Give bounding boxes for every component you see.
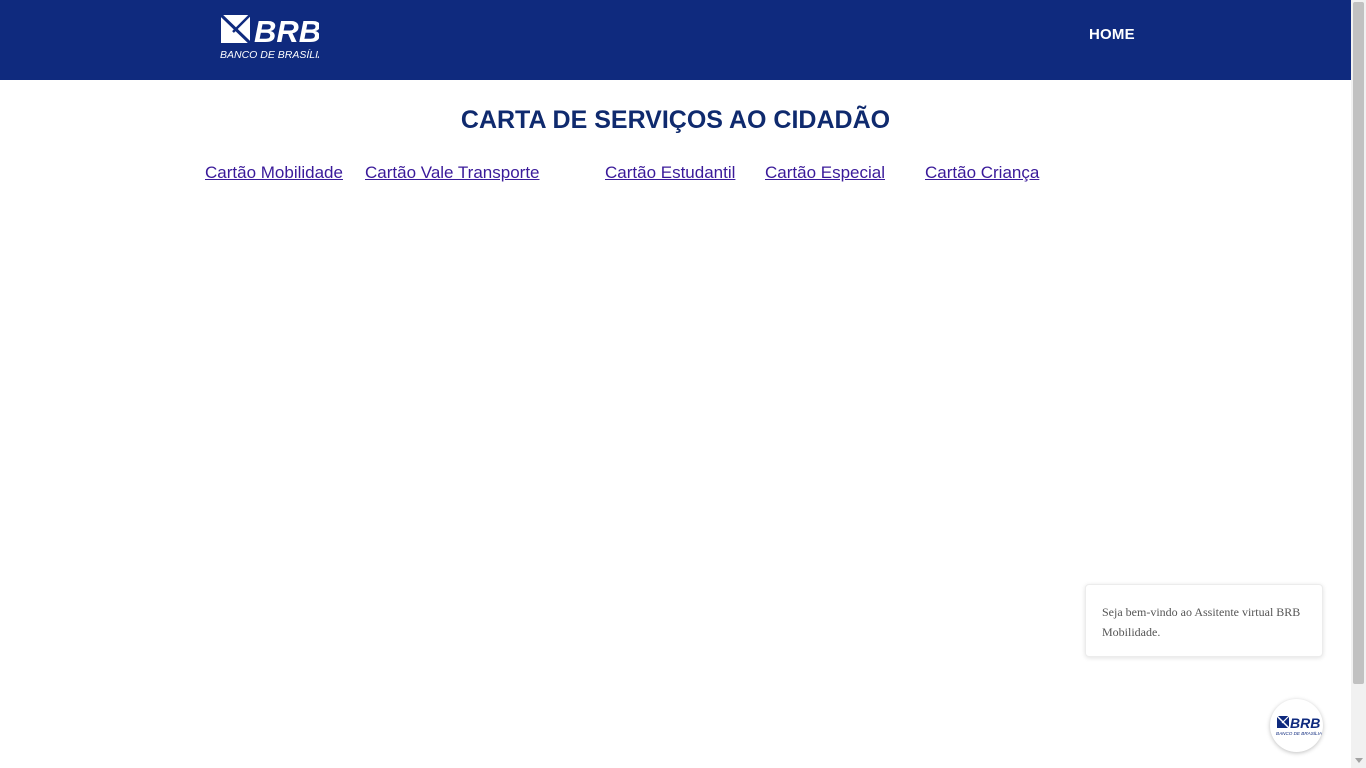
- brb-chat-avatar-icon: BRB BANCO DE BRASÍLIA: [1270, 699, 1323, 752]
- brb-logo-icon: BRB BANCO DE BRASÍLIA: [219, 13, 325, 61]
- svg-text:BRB: BRB: [254, 14, 319, 49]
- chat-launcher-button[interactable]: BRB BANCO DE BRASÍLIA: [1270, 699, 1323, 752]
- link-cartao-mobilidade[interactable]: Cartão Mobilidade: [205, 163, 343, 183]
- vertical-scrollbar[interactable]: [1351, 0, 1366, 768]
- page: BRB BANCO DE BRASÍLIA HOME CARTA DE SERV…: [0, 0, 1366, 768]
- chat-welcome-text: Seja bem-vindo ao Assitente virtual BRB …: [1102, 605, 1301, 639]
- svg-text:BANCO DE BRASÍLIA: BANCO DE BRASÍLIA: [220, 48, 319, 61]
- link-cartao-estudantil[interactable]: Cartão Estudantil: [605, 163, 735, 183]
- chat-welcome-bubble: Seja bem-vindo ao Assitente virtual BRB …: [1085, 584, 1323, 657]
- svg-text:BANCO DE BRASÍLIA: BANCO DE BRASÍLIA: [1276, 730, 1322, 736]
- link-cartao-especial[interactable]: Cartão Especial: [765, 163, 885, 183]
- page-title: CARTA DE SERVIÇOS AO CIDADÃO: [460, 106, 891, 134]
- scroll-down-arrow-icon[interactable]: [1355, 758, 1363, 763]
- nav-home-link[interactable]: HOME: [1089, 26, 1135, 43]
- brb-logo[interactable]: BRB BANCO DE BRASÍLIA: [219, 12, 325, 62]
- svg-text:BRB: BRB: [1290, 715, 1320, 731]
- scrollbar-thumb[interactable]: [1353, 2, 1364, 684]
- link-cartao-vale-transporte[interactable]: Cartão Vale Transporte: [365, 163, 540, 183]
- site-header: BRB BANCO DE BRASÍLIA HOME: [0, 0, 1351, 80]
- link-cartao-crianca[interactable]: Cartão Criança: [925, 163, 1039, 183]
